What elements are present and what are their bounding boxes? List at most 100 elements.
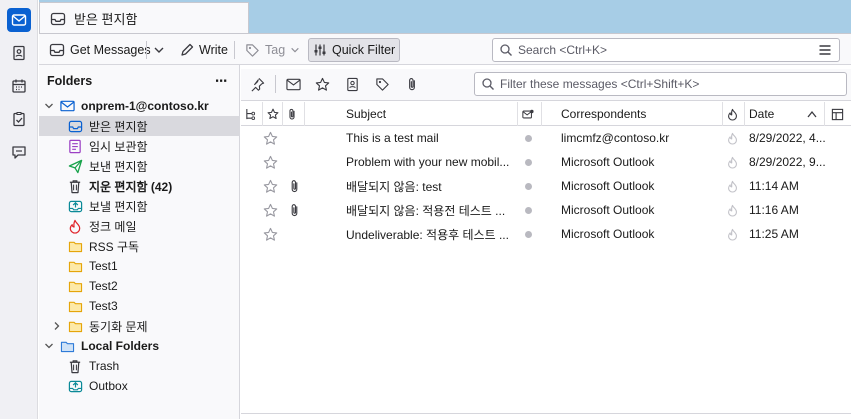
folder-label: Test1 bbox=[89, 259, 118, 273]
calendar-icon bbox=[12, 79, 26, 93]
folder-item-trash[interactable]: 지운 편지함 (42) bbox=[39, 176, 240, 196]
folder-label: 받은 편지함 bbox=[89, 119, 148, 134]
folder-label: Test3 bbox=[89, 299, 118, 313]
message-row[interactable]: 배달되지 않음: 적용전 테스트 ... Microsoft Outlook 1… bbox=[241, 198, 851, 222]
tag-button[interactable]: Tag bbox=[241, 38, 304, 62]
paperclip-icon bbox=[291, 179, 298, 192]
tasks-icon bbox=[13, 112, 25, 127]
chat-space-button[interactable] bbox=[7, 140, 31, 164]
folder-label: Outbox bbox=[89, 379, 128, 393]
folder-icon bbox=[67, 298, 83, 314]
message-row[interactable]: Undeliverable: 적용후 테스트 ... Microsoft Out… bbox=[241, 222, 851, 246]
star-icon bbox=[267, 108, 279, 120]
attachment-filter-button[interactable] bbox=[401, 73, 423, 95]
write-button[interactable]: Write bbox=[176, 38, 232, 62]
folder-item-local-trash[interactable]: Trash bbox=[39, 356, 240, 376]
subject-column-header[interactable]: Subject bbox=[305, 102, 518, 126]
tab-inbox[interactable]: 받은 편지함 bbox=[39, 2, 249, 34]
calendar-space-button[interactable] bbox=[7, 74, 31, 98]
message-date: 11:25 AM bbox=[749, 227, 799, 241]
folder-pane-menu-icon[interactable]: ⋯ bbox=[215, 73, 229, 88]
get-messages-dropdown-button[interactable] bbox=[149, 38, 169, 62]
read-status-dot[interactable] bbox=[525, 150, 535, 174]
junk-status-column-header[interactable] bbox=[723, 102, 745, 126]
folder-item-test3[interactable]: Test3 bbox=[39, 296, 240, 316]
folder-label: 보낸 편지함 bbox=[89, 159, 148, 174]
search-icon bbox=[500, 44, 512, 56]
read-status-dot[interactable] bbox=[525, 126, 535, 150]
get-messages-button[interactable]: Get Messages bbox=[45, 38, 155, 62]
star-toggle[interactable] bbox=[263, 174, 278, 198]
quick-filter-button[interactable]: Quick Filter bbox=[308, 38, 401, 62]
folder-item-inbox[interactable]: 받은 편지함 bbox=[39, 116, 240, 136]
contact-filter-button[interactable] bbox=[341, 73, 363, 95]
folder-item-test2[interactable]: Test2 bbox=[39, 276, 240, 296]
junk-status-icon[interactable] bbox=[727, 222, 738, 246]
trash-icon bbox=[67, 358, 83, 374]
spaces-toolbar bbox=[0, 0, 38, 419]
junk-status-icon[interactable] bbox=[727, 150, 738, 174]
filter-messages-input[interactable]: Filter these messages <Ctrl+Shift+K> bbox=[474, 72, 847, 96]
junk-icon bbox=[67, 218, 83, 234]
tags-filter-button[interactable] bbox=[371, 73, 393, 95]
sticky-filter-button[interactable] bbox=[246, 73, 268, 95]
folder-pane-title: Folders bbox=[47, 74, 93, 88]
junk-status-icon[interactable] bbox=[727, 198, 738, 222]
message-row[interactable]: 배달되지 않음: test Microsoft Outlook 11:14 AM bbox=[241, 174, 851, 198]
column-picker-button[interactable] bbox=[827, 102, 849, 126]
message-row[interactable]: Problem with your new mobil... Microsoft… bbox=[241, 150, 851, 174]
folder-label: 임시 보관함 bbox=[89, 139, 148, 154]
chevron-down-icon bbox=[291, 47, 299, 53]
tasks-space-button[interactable] bbox=[7, 107, 31, 131]
junk-status-icon[interactable] bbox=[727, 174, 738, 198]
filter-placeholder: Filter these messages <Ctrl+Shift+K> bbox=[500, 77, 700, 91]
read-status-dot[interactable] bbox=[525, 174, 535, 198]
message-subject: Undeliverable: 적용후 테스트 ... bbox=[346, 227, 509, 242]
correspondents-column-header[interactable]: Correspondents bbox=[542, 102, 723, 126]
expand-chevron-icon[interactable] bbox=[51, 318, 63, 334]
starred-filter-button[interactable] bbox=[311, 73, 333, 95]
folder-item-local-outbox[interactable]: Outbox bbox=[39, 376, 240, 396]
star-toggle[interactable] bbox=[263, 150, 278, 174]
account-row[interactable]: onprem-1@contoso.kr bbox=[39, 96, 240, 116]
message-correspondent: Microsoft Outlook bbox=[561, 227, 655, 241]
unread-filter-button[interactable] bbox=[282, 73, 304, 95]
folder-item-rss[interactable]: RSS 구독 bbox=[39, 236, 240, 256]
read-status-column-header[interactable] bbox=[518, 102, 542, 126]
address-book-space-button[interactable] bbox=[7, 41, 31, 65]
junk-status-icon[interactable] bbox=[727, 126, 738, 150]
read-status-dot[interactable] bbox=[525, 198, 535, 222]
chevron-down-icon bbox=[154, 47, 164, 53]
star-toggle[interactable] bbox=[263, 126, 278, 150]
star-toggle[interactable] bbox=[263, 198, 278, 222]
mail-space-button[interactable] bbox=[7, 8, 31, 32]
toolbar-divider bbox=[234, 41, 235, 59]
folder-item-test1[interactable]: Test1 bbox=[39, 256, 240, 276]
folder-icon bbox=[67, 318, 83, 334]
folder-item-drafts[interactable]: 임시 보관함 bbox=[39, 136, 240, 156]
star-toggle[interactable] bbox=[263, 222, 278, 246]
message-date: 11:16 AM bbox=[749, 203, 799, 217]
folder-item-outbox[interactable]: 보낼 편지함 bbox=[39, 196, 240, 216]
read-status-dot[interactable] bbox=[525, 222, 535, 246]
collapse-chevron-icon[interactable] bbox=[43, 338, 55, 354]
thread-column-header[interactable] bbox=[241, 102, 263, 126]
folder-item-sync-issues[interactable]: 동기화 문제 bbox=[39, 316, 240, 336]
message-row[interactable]: This is a test mail limcmfz@contoso.kr 8… bbox=[241, 126, 851, 150]
date-column-header[interactable]: Date bbox=[745, 102, 825, 126]
folder-item-junk[interactable]: 정크 메일 bbox=[39, 216, 240, 236]
attachment-column-header[interactable] bbox=[283, 102, 305, 126]
pane-splitter[interactable] bbox=[241, 413, 851, 414]
folder-item-sent[interactable]: 보낸 편지함 bbox=[39, 156, 240, 176]
correspondents-header-label: Correspondents bbox=[561, 107, 647, 121]
get-messages-label: Get Messages bbox=[70, 43, 151, 57]
message-subject: Problem with your new mobil... bbox=[346, 155, 510, 169]
starred-column-header[interactable] bbox=[263, 102, 283, 126]
collapse-chevron-icon[interactable] bbox=[43, 98, 55, 114]
search-input[interactable]: Search <Ctrl+K> bbox=[492, 38, 840, 62]
app-menu-button[interactable] bbox=[814, 38, 836, 62]
paperclip-icon bbox=[289, 108, 295, 119]
get-messages-icon bbox=[49, 43, 65, 57]
tag-icon bbox=[246, 43, 259, 57]
local-folders-row[interactable]: Local Folders bbox=[39, 336, 240, 356]
